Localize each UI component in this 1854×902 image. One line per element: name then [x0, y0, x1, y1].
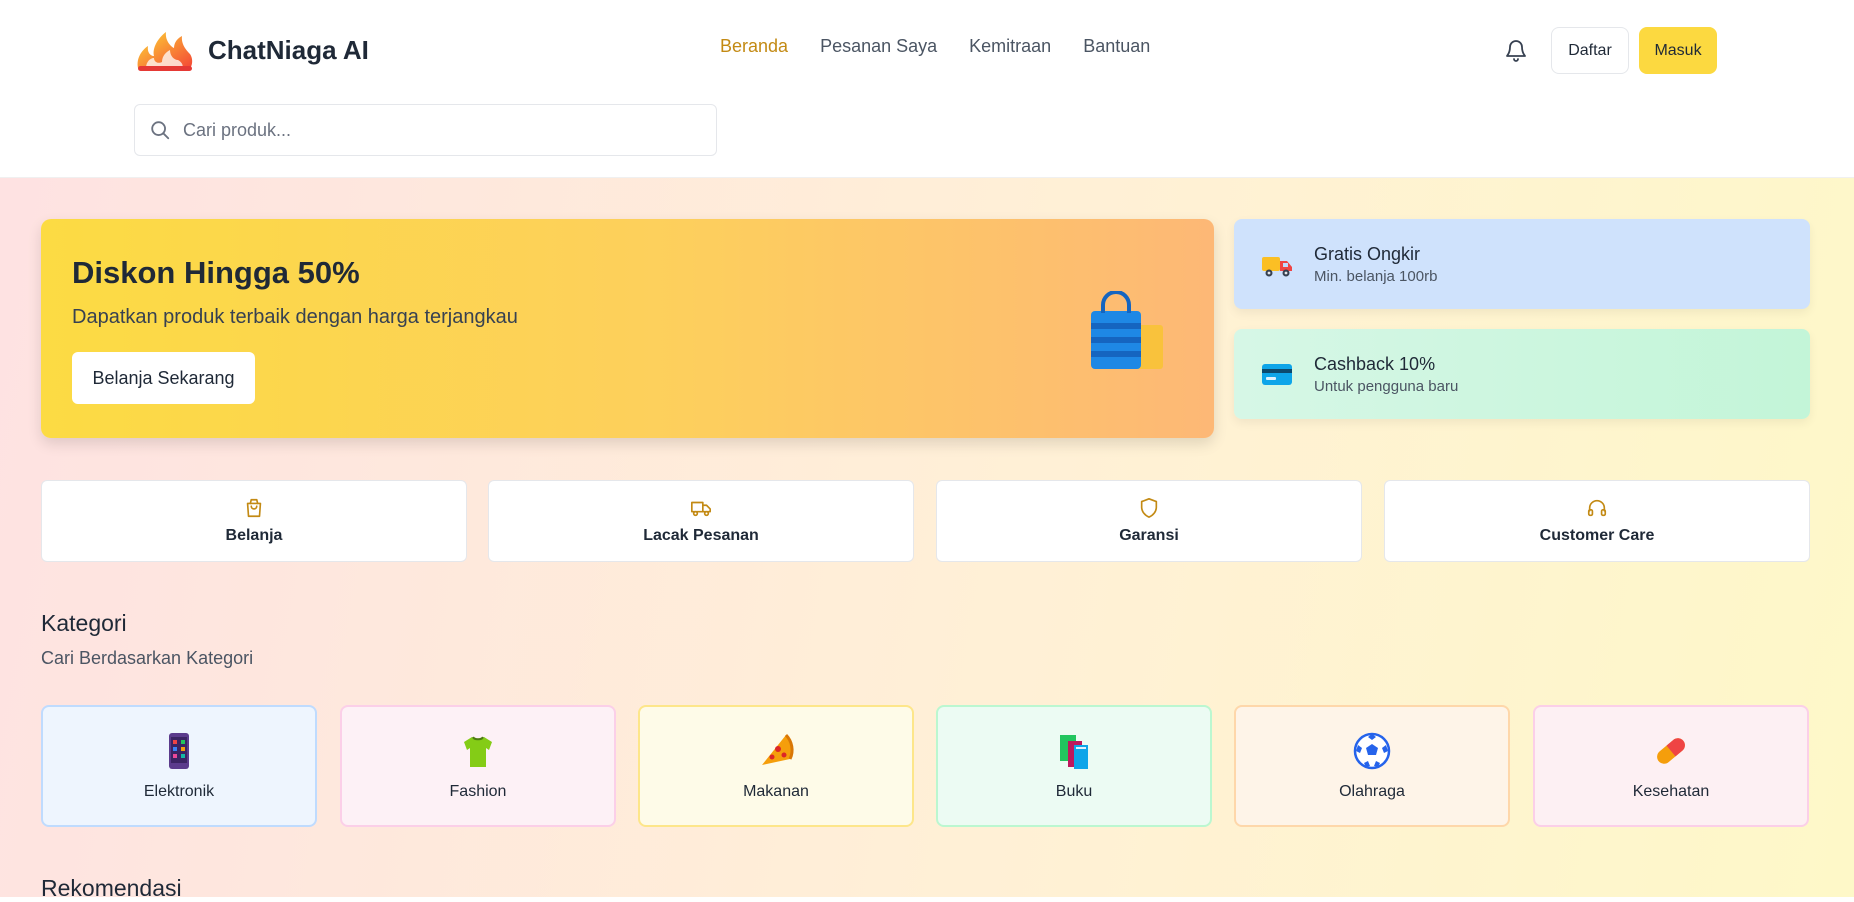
nav-bantuan[interactable]: Bantuan	[1083, 36, 1150, 57]
promo-free-shipping-text: Gratis Ongkir Min. belanja 100rb	[1314, 244, 1437, 285]
promo-subtitle: Min. belanja 100rb	[1314, 267, 1438, 285]
brand-name: ChatNiaga AI	[208, 34, 369, 65]
register-button[interactable]: Daftar	[1551, 27, 1629, 74]
category-kesehatan[interactable]: Kesehatan	[1533, 705, 1809, 827]
tshirt-icon	[464, 736, 492, 767]
books-icon	[1060, 735, 1088, 769]
main-nav: Beranda Pesanan Saya Kemitraan Bantuan	[720, 36, 1150, 57]
shopping-bag-icon	[1091, 291, 1163, 369]
login-button[interactable]: Masuk	[1639, 27, 1717, 74]
categories-title: Kategori	[41, 610, 127, 636]
soccer-ball-icon	[1353, 732, 1391, 770]
quick-action-label: Belanja	[225, 527, 283, 544]
shield-icon	[1140, 498, 1158, 518]
header: ChatNiaga AI Beranda Pesanan Saya Kemitr…	[0, 0, 1854, 178]
pizza-icon	[762, 733, 794, 765]
category-label: Fashion	[449, 783, 507, 800]
quick-action-label: Customer Care	[1539, 527, 1655, 544]
nav-pesanan-saya[interactable]: Pesanan Saya	[820, 36, 937, 57]
flame-logo-icon	[137, 32, 193, 71]
quick-action-garansi[interactable]: Garansi	[936, 480, 1362, 562]
promo-title: Gratis Ongkir	[1314, 243, 1421, 264]
promo-cashback-text: Cashback 10% Untuk pengguna baru	[1314, 354, 1458, 395]
search-icon	[151, 121, 170, 140]
category-label: Buku	[1055, 783, 1093, 800]
category-label: Olahraga	[1339, 783, 1405, 800]
phone-icon	[169, 733, 189, 769]
hero-title: Diskon Hingga 50%	[72, 255, 360, 290]
category-buku[interactable]: Buku	[936, 705, 1212, 827]
promo-title: Cashback 10%	[1314, 353, 1436, 374]
nav-beranda[interactable]: Beranda	[720, 36, 788, 57]
headphones-icon	[1587, 499, 1607, 517]
category-makanan[interactable]: Makanan	[638, 705, 914, 827]
quick-action-lacak-pesanan[interactable]: Lacak Pesanan	[488, 480, 914, 562]
truck-icon	[691, 501, 711, 517]
delivery-truck-icon	[1262, 257, 1292, 277]
quick-action-label: Lacak Pesanan	[643, 527, 759, 544]
bell-icon[interactable]	[1504, 36, 1528, 64]
quick-action-label: Garansi	[1119, 527, 1179, 544]
main-content: Diskon Hingga 50% Dapatkan produk terbai…	[0, 178, 1854, 901]
promo-subtitle: Untuk pengguna baru	[1314, 377, 1459, 395]
category-label: Makanan	[743, 783, 809, 800]
credit-card-icon	[1262, 364, 1292, 385]
promo-cashback[interactable]: Cashback 10% Untuk pengguna baru	[1234, 329, 1810, 419]
categories-subtitle: Cari Berdasarkan Kategori	[41, 648, 254, 668]
quick-action-customer-care[interactable]: Customer Care	[1384, 480, 1810, 562]
promo-free-shipping[interactable]: Gratis Ongkir Min. belanja 100rb	[1234, 219, 1810, 309]
search-input[interactable]	[183, 119, 683, 141]
pill-icon	[1657, 738, 1685, 764]
shop-now-button[interactable]: Belanja Sekarang	[72, 352, 255, 404]
recommendations-title: Rekomendasi	[41, 875, 182, 901]
category-label: Kesehatan	[1632, 783, 1710, 800]
brand-logo[interactable]: ChatNiaga AI	[134, 28, 369, 72]
hero-banner: Diskon Hingga 50% Dapatkan produk terbai…	[41, 219, 1214, 438]
category-olahraga[interactable]: Olahraga	[1234, 705, 1510, 827]
category-fashion[interactable]: Fashion	[340, 705, 616, 827]
category-elektronik[interactable]: Elektronik	[41, 705, 317, 827]
category-label: Elektronik	[143, 783, 215, 800]
search-bar[interactable]	[134, 104, 717, 156]
shopping-bag-icon	[246, 498, 262, 518]
quick-action-belanja[interactable]: Belanja	[41, 480, 467, 562]
hero-subtitle: Dapatkan produk terbaik dengan harga ter…	[72, 306, 518, 328]
nav-kemitraan[interactable]: Kemitraan	[969, 36, 1051, 57]
